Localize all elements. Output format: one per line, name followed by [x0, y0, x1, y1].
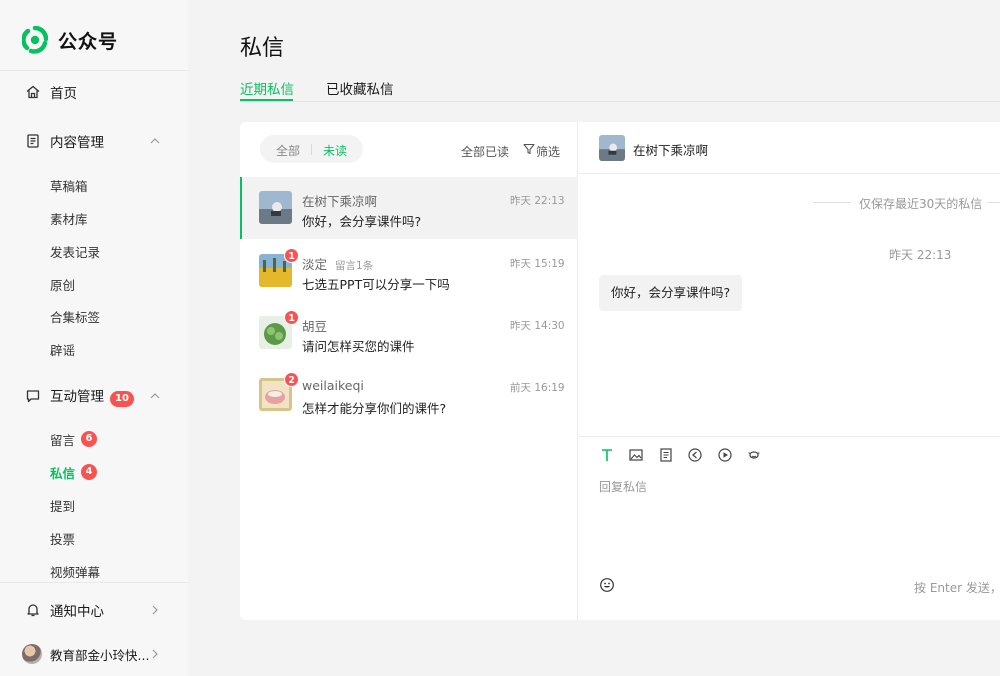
sidebar-subitem-comments[interactable]: 留言 6 [50, 426, 180, 452]
chevron-right-icon [152, 605, 158, 615]
sidebar-item-home[interactable]: 首页 [0, 75, 188, 109]
app-root: 公众号 首页 内容管理 草稿箱 素材库 发表记录 原创 合集标签 辟谣 互动管理… [0, 0, 1000, 676]
conversation-item[interactable]: 2 weilaikeqi 前天 16:19 怎样才能分享你们的课件? [240, 364, 578, 426]
sidebar-item-content-management[interactable]: 内容管理 [0, 124, 188, 158]
reply-input[interactable]: 回复私信 [599, 478, 647, 495]
tab-divider [240, 101, 1000, 102]
conversation-list-pane: 全部 未读 全部已读 筛选 在树下乘凉啊 昨天 22:13 你好，会分享课件吗?… [240, 122, 578, 620]
filter-separator [311, 144, 312, 155]
mark-all-read-button[interactable]: 全部已读 [461, 143, 509, 160]
article-icon[interactable] [658, 447, 674, 463]
filter-button[interactable]: 筛选 [536, 143, 560, 160]
document-icon [27, 134, 39, 148]
sidebar-item-label: 首页 [50, 86, 77, 102]
chat-pane: 在树下乘凉啊 仅保存最近30天的私信 昨天 22:13 你好，会分享课件吗? 回… [579, 122, 1000, 620]
read-filter-toggle: 全部 未读 [260, 135, 363, 163]
message-time: 昨天 14:30 [510, 320, 565, 332]
mini-program-icon[interactable] [746, 447, 762, 463]
send-hint: 按 Enter 发送，按 [914, 581, 1000, 595]
page-title: 私信 [240, 36, 285, 61]
message-preview: 你好，会分享课件吗? [302, 214, 422, 229]
messages-badge: 4 [81, 464, 98, 480]
tab-recent-messages[interactable]: 近期私信 [240, 78, 294, 98]
emoji-icon[interactable] [599, 577, 615, 593]
chevron-up-icon[interactable] [149, 135, 161, 147]
incoming-message-bubble: 你好，会分享课件吗? [599, 275, 743, 311]
contact-name: weilaikeqi [302, 378, 364, 393]
chevron-up-icon[interactable] [149, 390, 161, 402]
message-time: 前天 16:19 [510, 382, 565, 394]
sidebar-divider [0, 70, 188, 71]
contact-name: 在树下乘凉啊 [302, 194, 378, 209]
contact-avatar [259, 191, 292, 224]
interaction-label: 互动管理 [50, 389, 104, 405]
account-name: 教育部金小玲快... [50, 647, 150, 663]
sidebar-subitem-label: 留言 [50, 432, 76, 448]
sidebar-subitem-collection-tags[interactable]: 合集标签 [50, 303, 180, 329]
chat-header: 在树下乘凉啊 [579, 122, 1000, 174]
sidebar-subitem-mentions[interactable]: 提到 [50, 492, 180, 518]
message-preview: 请问怎样买您的课件 [302, 339, 415, 354]
audio-icon[interactable] [687, 447, 703, 463]
messages-card: 全部 未读 全部已读 筛选 在树下乘凉啊 昨天 22:13 你好，会分享课件吗?… [240, 122, 1000, 620]
unread-count-badge: 1 [284, 248, 299, 263]
sidebar-item-account[interactable]: 教育部金小玲快... [0, 637, 188, 671]
filter-icon[interactable] [523, 143, 535, 155]
unread-count-badge: 1 [284, 310, 299, 325]
divider-line [987, 202, 1000, 203]
sidebar-subitem-rumor[interactable]: 辟谣 [50, 336, 180, 362]
home-icon [26, 85, 40, 99]
interaction-badge: 10 [110, 391, 134, 407]
message-preview: 七选五PPT可以分享一下吗 [302, 277, 450, 292]
sidebar-subitem-original[interactable]: 原创 [50, 271, 180, 297]
chat-message-time: 昨天 22:13 [889, 248, 952, 262]
text-icon[interactable] [599, 447, 615, 463]
contact-name: 胡豆 [302, 319, 328, 334]
sidebar-subitem-materials[interactable]: 素材库 [50, 205, 180, 231]
message-time: 昨天 22:13 [510, 195, 565, 207]
sidebar-item-label: 通知中心 [50, 604, 104, 620]
sidebar-subitem-votes[interactable]: 投票 [50, 525, 180, 551]
sidebar-subitem-messages[interactable]: 私信 4 [50, 459, 180, 485]
sidebar-subitem-drafts[interactable]: 草稿箱 [50, 172, 180, 198]
chevron-right-icon [152, 649, 158, 659]
sidebar-divider [0, 582, 188, 583]
sidebar-item-notifications[interactable]: 通知中心 [0, 593, 188, 627]
sidebar-subitem-label: 私信 [50, 465, 76, 481]
contact-name: 淡定 留言1条 [302, 254, 373, 273]
filter-all-option[interactable]: 全部 [276, 142, 300, 159]
chat-contact-name: 在树下乘凉啊 [633, 143, 709, 158]
contact-name-text: 淡定 [302, 257, 328, 272]
divider-line [813, 202, 851, 203]
retention-note: 仅保存最近30天的私信 [859, 197, 983, 211]
sidebar-item-label: 内容管理 [50, 135, 104, 151]
message-preview: 怎样才能分享你们的课件? [302, 401, 447, 416]
message-time: 昨天 15:19 [510, 258, 565, 270]
chat-contact-avatar[interactable] [599, 135, 625, 161]
chat-bubble-icon [26, 390, 40, 403]
video-icon[interactable] [717, 447, 733, 463]
brand-name: 公众号 [58, 30, 119, 53]
filter-unread-option[interactable]: 未读 [323, 142, 347, 159]
conversation-item[interactable]: 在树下乘凉啊 昨天 22:13 你好，会分享课件吗? [240, 177, 578, 239]
composer-divider [579, 436, 1000, 437]
conversation-item[interactable]: 1 胡豆 昨天 14:30 请问怎样买您的课件 [240, 302, 578, 364]
comment-count-note: 留言1条 [335, 260, 374, 272]
sidebar-subitem-publish-history[interactable]: 发表记录 [50, 238, 180, 264]
sidebar-item-label: 互动管理 10 [50, 385, 134, 407]
sidebar-subitem-video-danmaku[interactable]: 视频弹幕 [50, 558, 180, 584]
brand-logo[interactable]: 公众号 [22, 26, 118, 54]
conversation-item[interactable]: 1 淡定 留言1条 昨天 15:19 七选五PPT可以分享一下吗 [240, 240, 578, 302]
comments-badge: 6 [81, 431, 98, 447]
bell-icon [27, 604, 39, 617]
tab-starred-messages[interactable]: 已收藏私信 [326, 78, 394, 98]
sidebar-item-interaction-management[interactable]: 互动管理 10 [0, 379, 188, 413]
sidebar: 公众号 首页 内容管理 草稿箱 素材库 发表记录 原创 合集标签 辟谣 互动管理… [0, 0, 188, 676]
unread-count-badge: 2 [284, 372, 299, 387]
wechat-official-logo-icon [22, 26, 48, 54]
image-icon[interactable] [628, 447, 644, 463]
